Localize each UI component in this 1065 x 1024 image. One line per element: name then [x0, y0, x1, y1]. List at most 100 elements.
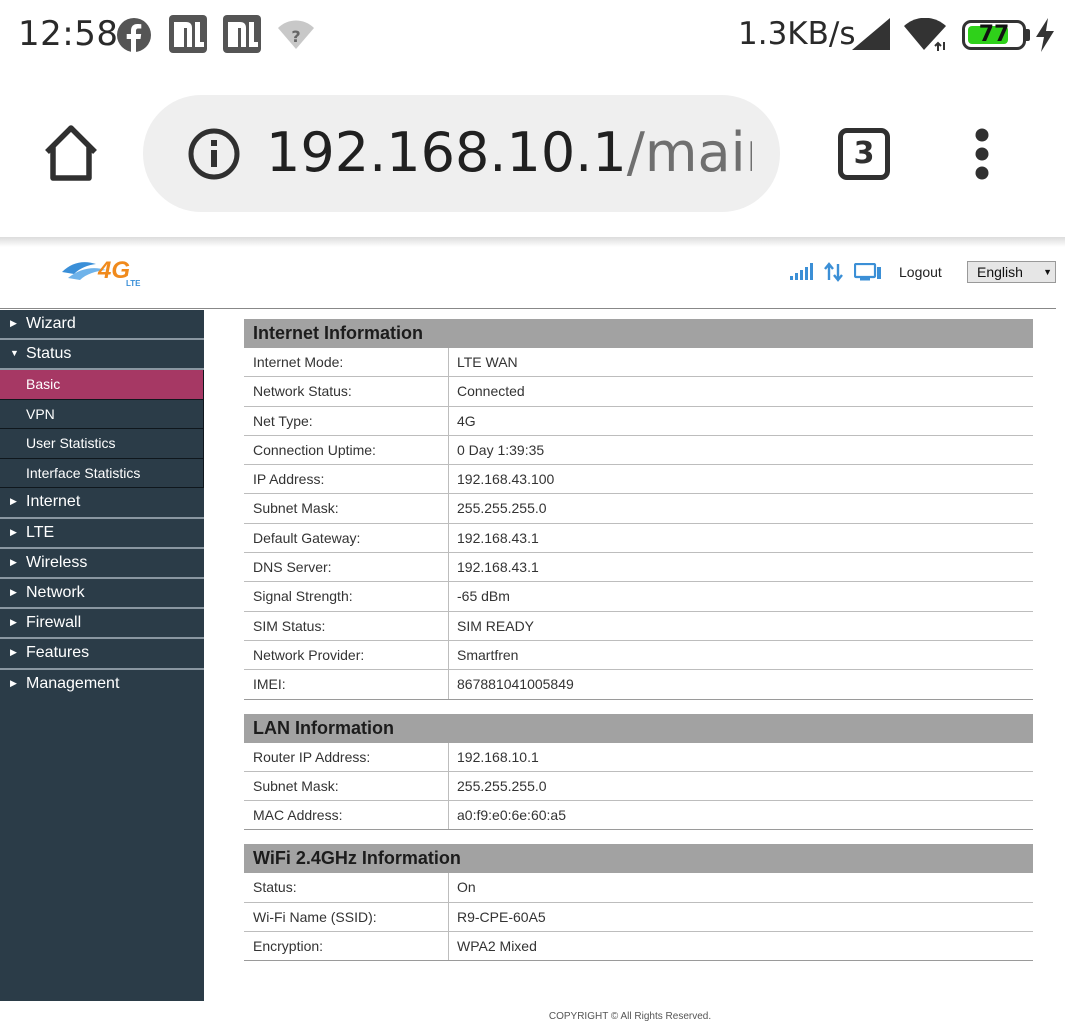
address-bar[interactable]: 192.168.10.1/main.htm: [143, 95, 780, 212]
row-label: Network Provider:: [244, 640, 449, 670]
sidebar-item-label: Network: [26, 583, 85, 601]
status-content: Internet Information Internet Mode: LTE WA…: [244, 319, 1033, 975]
collapsed-arrow-icon: ▶: [10, 647, 17, 658]
row-label: Encryption:: [244, 932, 449, 961]
sidebar-item-internet[interactable]: ▶ Internet: [0, 488, 204, 519]
row-value: 192.168.43.100: [457, 471, 555, 488]
home-icon[interactable]: [42, 124, 100, 182]
sidebar-item-features[interactable]: ▶ Features: [0, 639, 204, 670]
sidebar-nav: ▶ Wizard ▼ Status Basic VPN User Statist…: [0, 310, 204, 1001]
sidebar-subitem-user-statistics[interactable]: User Statistics: [0, 429, 204, 459]
table-row: Internet Mode: LTE WAN: [244, 348, 1033, 378]
row-label: Network Status:: [244, 377, 449, 406]
sidebar-item-label: Wireless: [26, 553, 88, 571]
mi-icon: [223, 15, 261, 53]
sidebar-item-label: Wizard: [26, 315, 76, 332]
sidebar-item-network[interactable]: ▶ Network: [0, 579, 204, 610]
sidebar-item-wireless[interactable]: ▶ Wireless: [0, 549, 204, 579]
table-row: Wi-Fi Name (SSID): R9-CPE-60A5: [244, 902, 1033, 933]
lte-logo: 4G LTE: [62, 257, 141, 288]
row-value: Smartfren: [457, 646, 519, 663]
table-row: Connection Uptime: 0 Day 1:39:35: [244, 435, 1033, 466]
overflow-menu-icon[interactable]: [970, 128, 994, 182]
row-value: On: [457, 879, 476, 896]
sidebar-subitem-interface-statistics[interactable]: Interface Statistics: [0, 458, 204, 489]
sidebar-item-label: Features: [26, 644, 90, 662]
table-row: Net Type: 4G: [244, 406, 1033, 436]
row-label: Net Type:: [244, 406, 449, 435]
table-row: Subnet Mask: 255.255.255.0: [244, 494, 1033, 524]
android-status-bar: 12:58 ? 1.3KB/s 77: [0, 0, 1065, 72]
row-label: IMEI:: [244, 670, 449, 699]
logout-link[interactable]: Logout: [899, 264, 942, 280]
row-value: 255.255.255.0: [457, 777, 547, 794]
tab-switcher-button[interactable]: 3: [838, 128, 890, 180]
svg-text:LTE: LTE: [126, 279, 141, 288]
sidebar-item-lte[interactable]: ▶ LTE: [0, 519, 204, 549]
language-select[interactable]: English ▼: [967, 261, 1056, 283]
sidebar-item-status[interactable]: ▼ Status: [0, 340, 204, 371]
mi-icon: [169, 15, 207, 53]
browser-toolbar: 192.168.10.1/main.htm 3: [0, 72, 1065, 237]
url-text[interactable]: 192.168.10.1/main.htm: [266, 121, 752, 184]
expanded-arrow-icon: ▼: [10, 348, 19, 359]
copyright-footer: COPYRIGHT © All Rights Reserved.: [548, 1011, 712, 1022]
row-value: WPA2 Mixed: [457, 938, 537, 955]
section-title: LAN Information: [244, 713, 1033, 743]
collapsed-arrow-icon: ▶: [10, 556, 17, 567]
row-value: LTE WAN: [457, 354, 518, 370]
table-row: Subnet Mask: 255.255.255.0: [244, 771, 1033, 802]
sidebar-subitem-vpn[interactable]: VPN: [0, 399, 204, 430]
device-monitor-icon: [854, 263, 881, 281]
collapsed-arrow-icon: ▶: [10, 496, 17, 507]
header-divider: [0, 308, 1056, 309]
url-path: /main.htm: [626, 121, 752, 184]
info-icon[interactable]: [187, 127, 241, 181]
table-row: Signal Strength: -65 dBm: [244, 582, 1033, 612]
facebook-icon: [117, 18, 151, 53]
row-label: Subnet Mask:: [244, 771, 449, 801]
wifi-information-section: WiFi 2.4GHz Information Status: On Wi-Fi Na…: [244, 844, 1033, 962]
row-value: R9-CPE-60A5: [457, 908, 546, 925]
collapsed-arrow-icon: ▶: [10, 526, 17, 537]
row-label: IP Address:: [244, 465, 449, 494]
row-label: Status:: [244, 873, 449, 902]
table-row: IMEI: 867881041005849: [244, 670, 1033, 700]
sidebar-item-firewall[interactable]: ▶ Firewall: [0, 609, 204, 640]
sidebar-subitem-basic[interactable]: Basic: [0, 370, 204, 400]
clock: 12:58: [18, 14, 119, 54]
internet-information-section: Internet Information Internet Mode: LTE WA…: [244, 319, 1033, 700]
table-row: Default Gateway: 192.168.43.1: [244, 523, 1033, 554]
charging-bolt-icon: [1036, 18, 1054, 52]
language-selected: English: [977, 264, 1023, 280]
collapsed-arrow-icon: ▶: [10, 318, 17, 328]
sidebar-item-management[interactable]: ▶ Management: [0, 670, 204, 700]
row-value: 0 Day 1:39:35: [457, 441, 545, 458]
collapsed-arrow-icon: ▶: [10, 677, 17, 688]
wifi-icon: [904, 18, 946, 51]
wifi-question-icon: ?: [278, 20, 314, 49]
row-label: Signal Strength:: [244, 582, 449, 611]
svg-text:?: ?: [291, 27, 300, 46]
table-row: Router IP Address: 192.168.10.1: [244, 742, 1033, 772]
row-value: 192.168.43.1: [457, 529, 539, 546]
data-transfer-icon: [824, 262, 843, 282]
row-label: Connection Uptime:: [244, 435, 449, 465]
row-value: SIM READY: [457, 617, 535, 634]
row-label: Subnet Mask:: [244, 494, 449, 523]
table-row: Network Provider: Smartfren: [244, 640, 1033, 671]
url-host: 192.168.10.1: [266, 121, 627, 184]
row-value: 192.168.10.1: [457, 748, 539, 765]
status-submenu: Basic VPN User Statistics Interface Stat…: [0, 370, 204, 489]
toolbar-shadow: [0, 237, 1065, 247]
row-label: SIM Status:: [244, 611, 449, 640]
table-row: Status: On: [244, 873, 1033, 903]
network-speed: 1.3KB/s: [738, 16, 856, 52]
collapsed-arrow-icon: ▶: [10, 586, 17, 597]
row-label: MAC Address:: [244, 801, 449, 830]
row-value: -65 dBm: [457, 588, 510, 605]
table-row: IP Address: 192.168.43.100: [244, 465, 1033, 495]
sidebar-item-wizard[interactable]: ▶ Wizard: [0, 310, 204, 341]
table-row: Encryption: WPA2 Mixed: [244, 932, 1033, 962]
table-row: MAC Address: a0:f9:e0:6e:60:a5: [244, 801, 1033, 831]
